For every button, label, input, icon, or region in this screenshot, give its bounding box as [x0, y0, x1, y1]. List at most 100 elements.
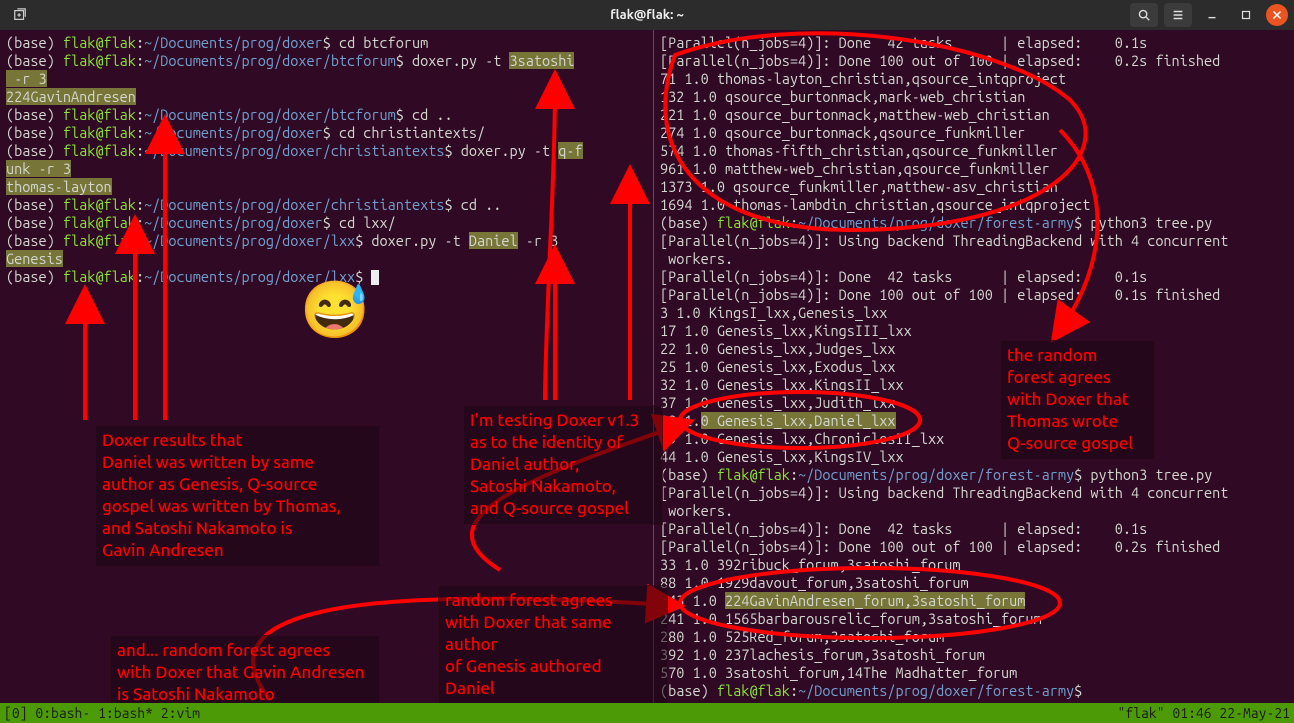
terminal-line: 1373 1.0 qsource_funkmiller,matthew-asv_…: [660, 178, 1290, 196]
terminal-text: (base): [6, 106, 63, 123]
terminal-line: Genesis: [6, 250, 649, 268]
terminal-text: flak@flak: [63, 124, 136, 141]
terminal-text: (base): [6, 34, 63, 51]
search-button[interactable]: [1130, 3, 1158, 27]
terminal-text: 22 1.0 Genesis_lxx,Judges_lxx: [660, 340, 895, 357]
terminal-text: ~/Documents/prog/doxer/christiantexts: [144, 196, 444, 213]
annotation-box-1: Doxer results that Daniel was written by…: [95, 425, 380, 567]
terminal-text: (base): [6, 268, 63, 285]
terminal-text: :: [136, 106, 144, 123]
terminal-line: (base) flak@flak:~/Documents/prog/doxer$…: [6, 214, 649, 232]
terminal-line: (base) flak@flak:~/Documents/prog/doxer/…: [6, 232, 649, 250]
window-title: flak@flak: ~: [610, 6, 684, 24]
terminal-line: 25 1.0 Genesis_lxx,Exodus_lxx: [660, 358, 1290, 376]
terminal-text: :: [136, 232, 144, 249]
terminal-text: 132 1.0 qsource_burtonmack,mark-web_chri…: [660, 88, 1025, 105]
terminal-line: 71 1.0 thomas-layton_christian,qsource_i…: [660, 70, 1290, 88]
terminal-text: (base): [6, 124, 63, 141]
terminal-text: [Parallel(n_jobs=4)]: Done 100 out of 10…: [660, 52, 1220, 69]
terminal-text: $ cd lxx/: [323, 214, 396, 231]
terminal-text: ~/Documents/prog/doxer: [144, 34, 323, 51]
terminal-text: flak@flak: [63, 196, 136, 213]
terminal-text: 25 1.0 Genesis_lxx,Exodus_lxx: [660, 358, 895, 375]
terminal-text: ~/Documents/prog/doxer: [144, 124, 323, 141]
terminal-text: :: [790, 682, 798, 699]
terminal-line: unk -r 3: [6, 160, 649, 178]
terminal-line: 143 1.0 224GavinAndresen_forum,3satoshi_…: [660, 592, 1290, 610]
terminal-text: 392 1.0 237lachesis_forum,3satoshi_forum: [660, 646, 985, 663]
terminal-text: 71 1.0 thomas-layton_christian,qsource_i…: [660, 70, 1066, 87]
terminal-text: 274 1.0 qsource_burtonmack,qsource_funkm…: [660, 124, 1025, 141]
terminal-text: (base): [6, 52, 63, 69]
tmux-status-right: "flak" 01:46 22-May-21: [1118, 704, 1290, 722]
terminal-text: flak@flak: [63, 34, 136, 51]
terminal-line: 32 1.0 Genesis_lxx,KingsII_lxx: [660, 376, 1290, 394]
terminal-line: (base) flak@flak:~/Documents/prog/doxer/…: [6, 106, 649, 124]
hamburger-menu-button[interactable]: [1164, 3, 1192, 27]
annotation-box-2: I'm testing Doxer v1.3 as to the identit…: [463, 405, 663, 525]
terminal-text: flak@flak: [717, 466, 790, 483]
terminal-line: 132 1.0 qsource_burtonmack,mark-web_chri…: [660, 88, 1290, 106]
terminal-line: 44 1.0 Genesis_lxx,KingsIV_lxx: [660, 448, 1290, 466]
terminal-text: 44 1.0 Genesis_lxx,KingsIV_lxx: [660, 448, 904, 465]
terminal-text: $ doxer.py -t: [396, 52, 510, 69]
terminal-line: [Parallel(n_jobs=4)]: Done 100 out of 10…: [660, 538, 1290, 556]
terminal-line: 221 1.0 qsource_burtonmack,matthew-web_c…: [660, 106, 1290, 124]
terminal-text: [Parallel(n_jobs=4)]: Done 42 tasks | el…: [660, 34, 1147, 51]
terminal-line: (base) flak@flak:~/Documents/prog/doxer/…: [660, 214, 1290, 232]
terminal-text: 961 1.0 matthew-web_christian,qsource_fu…: [660, 160, 1050, 177]
terminal-text: ~/Documents/prog/doxer/forest-army: [798, 682, 1074, 699]
terminal-line: (base) flak@flak:~/Documents/prog/doxer$…: [6, 34, 649, 52]
terminal-text: (base): [6, 214, 63, 231]
terminal-line: (base) flak@flak:~/Documents/prog/doxer/…: [660, 466, 1290, 484]
terminal-text: 241 1.0 1565barbarousrelic_forum,3satosh…: [660, 610, 1042, 627]
terminal-text: Daniel: [469, 232, 518, 249]
terminal-text: 574 1.0 thomas-fifth_christian,qsource_f…: [660, 142, 1058, 159]
terminal-line: 39 1.0 Genesis_lxx,ChroniclesII_lxx: [660, 430, 1290, 448]
tmux-status-left: [0] 0:bash- 1:bash* 2:vim: [4, 704, 200, 722]
terminal-line: [Parallel(n_jobs=4)]: Done 42 tasks | el…: [660, 520, 1290, 538]
terminal-text: 88 1.0 1929davout_forum,3satoshi_forum: [660, 574, 969, 591]
terminal-text: :: [790, 214, 798, 231]
terminal-line: [Parallel(n_jobs=4)]: Done 42 tasks | el…: [660, 268, 1290, 286]
terminal-text: ~/Documents/prog/doxer/christiantexts: [144, 142, 444, 159]
terminal-text: workers.: [660, 250, 733, 267]
terminal-line: 88 1.0 1929davout_forum,3satoshi_forum: [660, 574, 1290, 592]
terminal-text: 224GavinAndresen_forum,3satoshi_forum: [725, 592, 1025, 609]
new-tab-button[interactable]: [6, 3, 34, 27]
terminal-text: :: [136, 142, 144, 159]
terminal-text: :: [136, 268, 144, 285]
terminal-text: [Parallel(n_jobs=4)]: Done 42 tasks | el…: [660, 268, 1147, 285]
terminal-text: flak@flak: [717, 214, 790, 231]
terminal-text: flak@flak: [63, 52, 136, 69]
terminal-text: flak@flak: [717, 682, 790, 699]
terminal-text: q-f: [558, 142, 582, 159]
terminal-line: [Parallel(n_jobs=4)]: Using backend Thre…: [660, 232, 1290, 250]
terminal-text: $: [1074, 682, 1082, 699]
terminal-text: flak@flak: [63, 268, 136, 285]
terminal-text: 32 1.0 Genesis_lxx,KingsII_lxx: [660, 376, 904, 393]
terminal-text: :: [136, 52, 144, 69]
terminal-line: [Parallel(n_jobs=4)]: Done 100 out of 10…: [660, 286, 1290, 304]
tmux-statusbar: [0] 0:bash- 1:bash* 2:vim "flak" 01:46 2…: [0, 703, 1294, 723]
terminal-line: 3 1.0 KingsI_lxx,Genesis_lxx: [660, 304, 1290, 322]
terminal-line: workers.: [660, 502, 1290, 520]
window-titlebar: flak@flak: ~: [0, 0, 1294, 30]
terminal-line: 280 1.0 525Red_forum,3satoshi_forum: [660, 628, 1290, 646]
maximize-button[interactable]: [1232, 3, 1260, 27]
close-button[interactable]: [1266, 4, 1288, 26]
terminal-text: $ doxer.py -t: [445, 142, 559, 159]
terminal-line: (base) flak@flak:~/Documents/prog/doxer/…: [6, 142, 649, 160]
terminal-text: (base): [660, 682, 717, 699]
terminal-line: 241 1.0 1565barbarousrelic_forum,3satosh…: [660, 610, 1290, 628]
terminal-text: 570 1.0 3satoshi_forum,14The Madhatter_f…: [660, 664, 1017, 681]
terminal-text: flak@flak: [63, 214, 136, 231]
terminal-text: 3 1.0 KingsI_lxx,Genesis_lxx: [660, 304, 887, 321]
terminal-line: thomas-layton: [6, 178, 649, 196]
terminal-line: 37 1.0 Genesis_lxx,Judith_lxx: [660, 394, 1290, 412]
terminal-line: [Parallel(n_jobs=4)]: Done 100 out of 10…: [660, 52, 1290, 70]
minimize-button[interactable]: [1198, 3, 1226, 27]
terminal-pane-right[interactable]: [Parallel(n_jobs=4)]: Done 42 tasks | el…: [654, 30, 1294, 703]
terminal-line: [Parallel(n_jobs=4)]: Done 42 tasks | el…: [660, 34, 1290, 52]
terminal-text: thomas-layton: [6, 178, 112, 195]
